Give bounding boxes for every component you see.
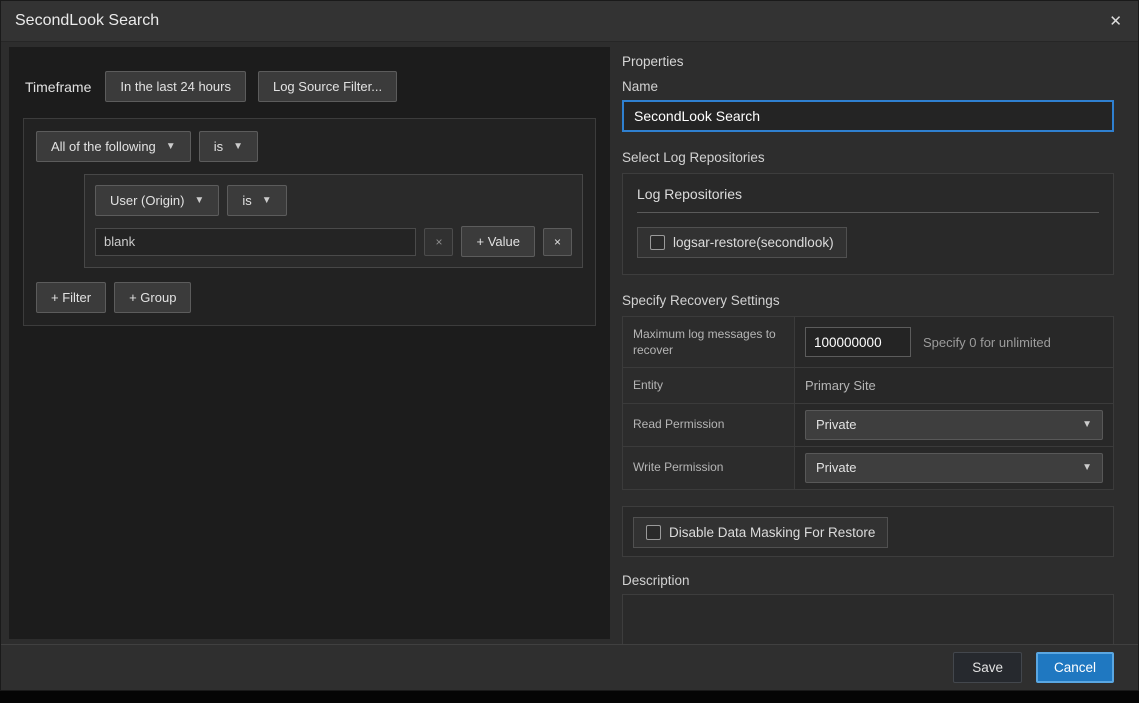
masking-box: Disable Data Masking For Restore: [622, 506, 1114, 557]
entity-label: Entity: [623, 368, 795, 402]
checkbox-icon[interactable]: [650, 235, 665, 250]
remove-filter-button[interactable]: ×: [543, 228, 572, 256]
secondlook-search-dialog: SecondLook Search ✕ Timeframe In the las…: [0, 0, 1139, 691]
name-input[interactable]: [622, 100, 1114, 132]
filter-item: User (Origin) ▼ is ▼ × + Value ×: [84, 174, 583, 268]
log-repository-label: logsar-restore(secondlook): [673, 235, 834, 250]
filter-comparator-label: is: [242, 193, 251, 208]
add-group-button[interactable]: + Group: [114, 282, 191, 313]
chevron-down-icon: ▼: [262, 196, 272, 206]
disable-masking-item[interactable]: Disable Data Masking For Restore: [633, 517, 888, 548]
checkbox-icon[interactable]: [646, 525, 661, 540]
remove-value-button[interactable]: ×: [424, 228, 453, 256]
add-value-button[interactable]: + Value: [461, 226, 535, 257]
read-permission-value: Private: [816, 417, 856, 432]
timeframe-button[interactable]: In the last 24 hours: [105, 71, 246, 102]
write-permission-value: Private: [816, 460, 856, 475]
cancel-button[interactable]: Cancel: [1036, 652, 1114, 683]
log-source-filter-button[interactable]: Log Source Filter...: [258, 71, 397, 102]
filter-field-dropdown[interactable]: User (Origin) ▼: [95, 185, 219, 216]
max-messages-label: Maximum log messages to recover: [623, 317, 795, 367]
table-row: Entity Primary Site: [623, 368, 1113, 403]
dialog-body: Timeframe In the last 24 hours Log Sourc…: [1, 42, 1138, 644]
add-filter-button[interactable]: + Filter: [36, 282, 106, 313]
recovery-settings-table: Maximum log messages to recover Specify …: [622, 316, 1114, 490]
table-row: Write Permission Private ▼: [623, 447, 1113, 489]
query-panel: Timeframe In the last 24 hours Log Sourc…: [9, 47, 610, 639]
chevron-down-icon: ▼: [166, 142, 176, 152]
group-operator-label: All of the following: [51, 139, 156, 154]
description-label: Description: [622, 573, 1114, 588]
timeframe-label: Timeframe: [25, 79, 91, 95]
filter-value-input[interactable]: [95, 228, 416, 256]
filter-actions: + Filter + Group: [36, 282, 583, 313]
log-repositories-title: Log Repositories: [637, 186, 1099, 213]
write-permission-dropdown[interactable]: Private ▼: [805, 453, 1103, 483]
log-repositories-box: Log Repositories logsar-restore(secondlo…: [622, 173, 1114, 275]
filter-group-header: All of the following ▼ is ▼: [36, 131, 583, 162]
filter-builder: All of the following ▼ is ▼ User (Origin…: [23, 118, 596, 326]
write-permission-label: Write Permission: [623, 447, 795, 489]
max-messages-input[interactable]: [805, 327, 911, 357]
select-log-repositories-label: Select Log Repositories: [622, 150, 1114, 165]
filter-value-row: × + Value ×: [95, 226, 572, 257]
chevron-down-icon: ▼: [1082, 463, 1092, 473]
filter-comparator-dropdown[interactable]: is ▼: [227, 185, 286, 216]
read-permission-dropdown[interactable]: Private ▼: [805, 410, 1103, 440]
log-repository-item[interactable]: logsar-restore(secondlook): [637, 227, 847, 258]
footer: Save Cancel: [1, 644, 1138, 690]
max-messages-hint: Specify 0 for unlimited: [923, 335, 1051, 350]
filter-item-header: User (Origin) ▼ is ▼: [95, 185, 572, 216]
chevron-down-icon: ▼: [233, 142, 243, 152]
titlebar: SecondLook Search ✕: [1, 1, 1138, 42]
recovery-settings-heading: Specify Recovery Settings: [622, 293, 1114, 308]
close-icon[interactable]: ✕: [1109, 14, 1122, 29]
save-button[interactable]: Save: [953, 652, 1022, 683]
chevron-down-icon: ▼: [194, 196, 204, 206]
read-permission-label: Read Permission: [623, 404, 795, 446]
name-label: Name: [622, 79, 1114, 94]
table-row: Read Permission Private ▼: [623, 404, 1113, 447]
group-comparator-label: is: [214, 139, 223, 154]
properties-heading: Properties: [622, 54, 1114, 69]
properties-panel: Properties Name Select Log Repositories …: [610, 42, 1138, 644]
dialog-title: SecondLook Search: [15, 12, 159, 30]
timeframe-row: Timeframe In the last 24 hours Log Sourc…: [9, 47, 610, 102]
disable-masking-label: Disable Data Masking For Restore: [669, 525, 875, 540]
group-comparator-dropdown[interactable]: is ▼: [199, 131, 258, 162]
group-operator-dropdown[interactable]: All of the following ▼: [36, 131, 191, 162]
description-textarea[interactable]: [622, 594, 1114, 644]
entity-value: Primary Site: [805, 378, 876, 393]
chevron-down-icon: ▼: [1082, 420, 1092, 430]
filter-field-label: User (Origin): [110, 193, 184, 208]
table-row: Maximum log messages to recover Specify …: [623, 317, 1113, 368]
